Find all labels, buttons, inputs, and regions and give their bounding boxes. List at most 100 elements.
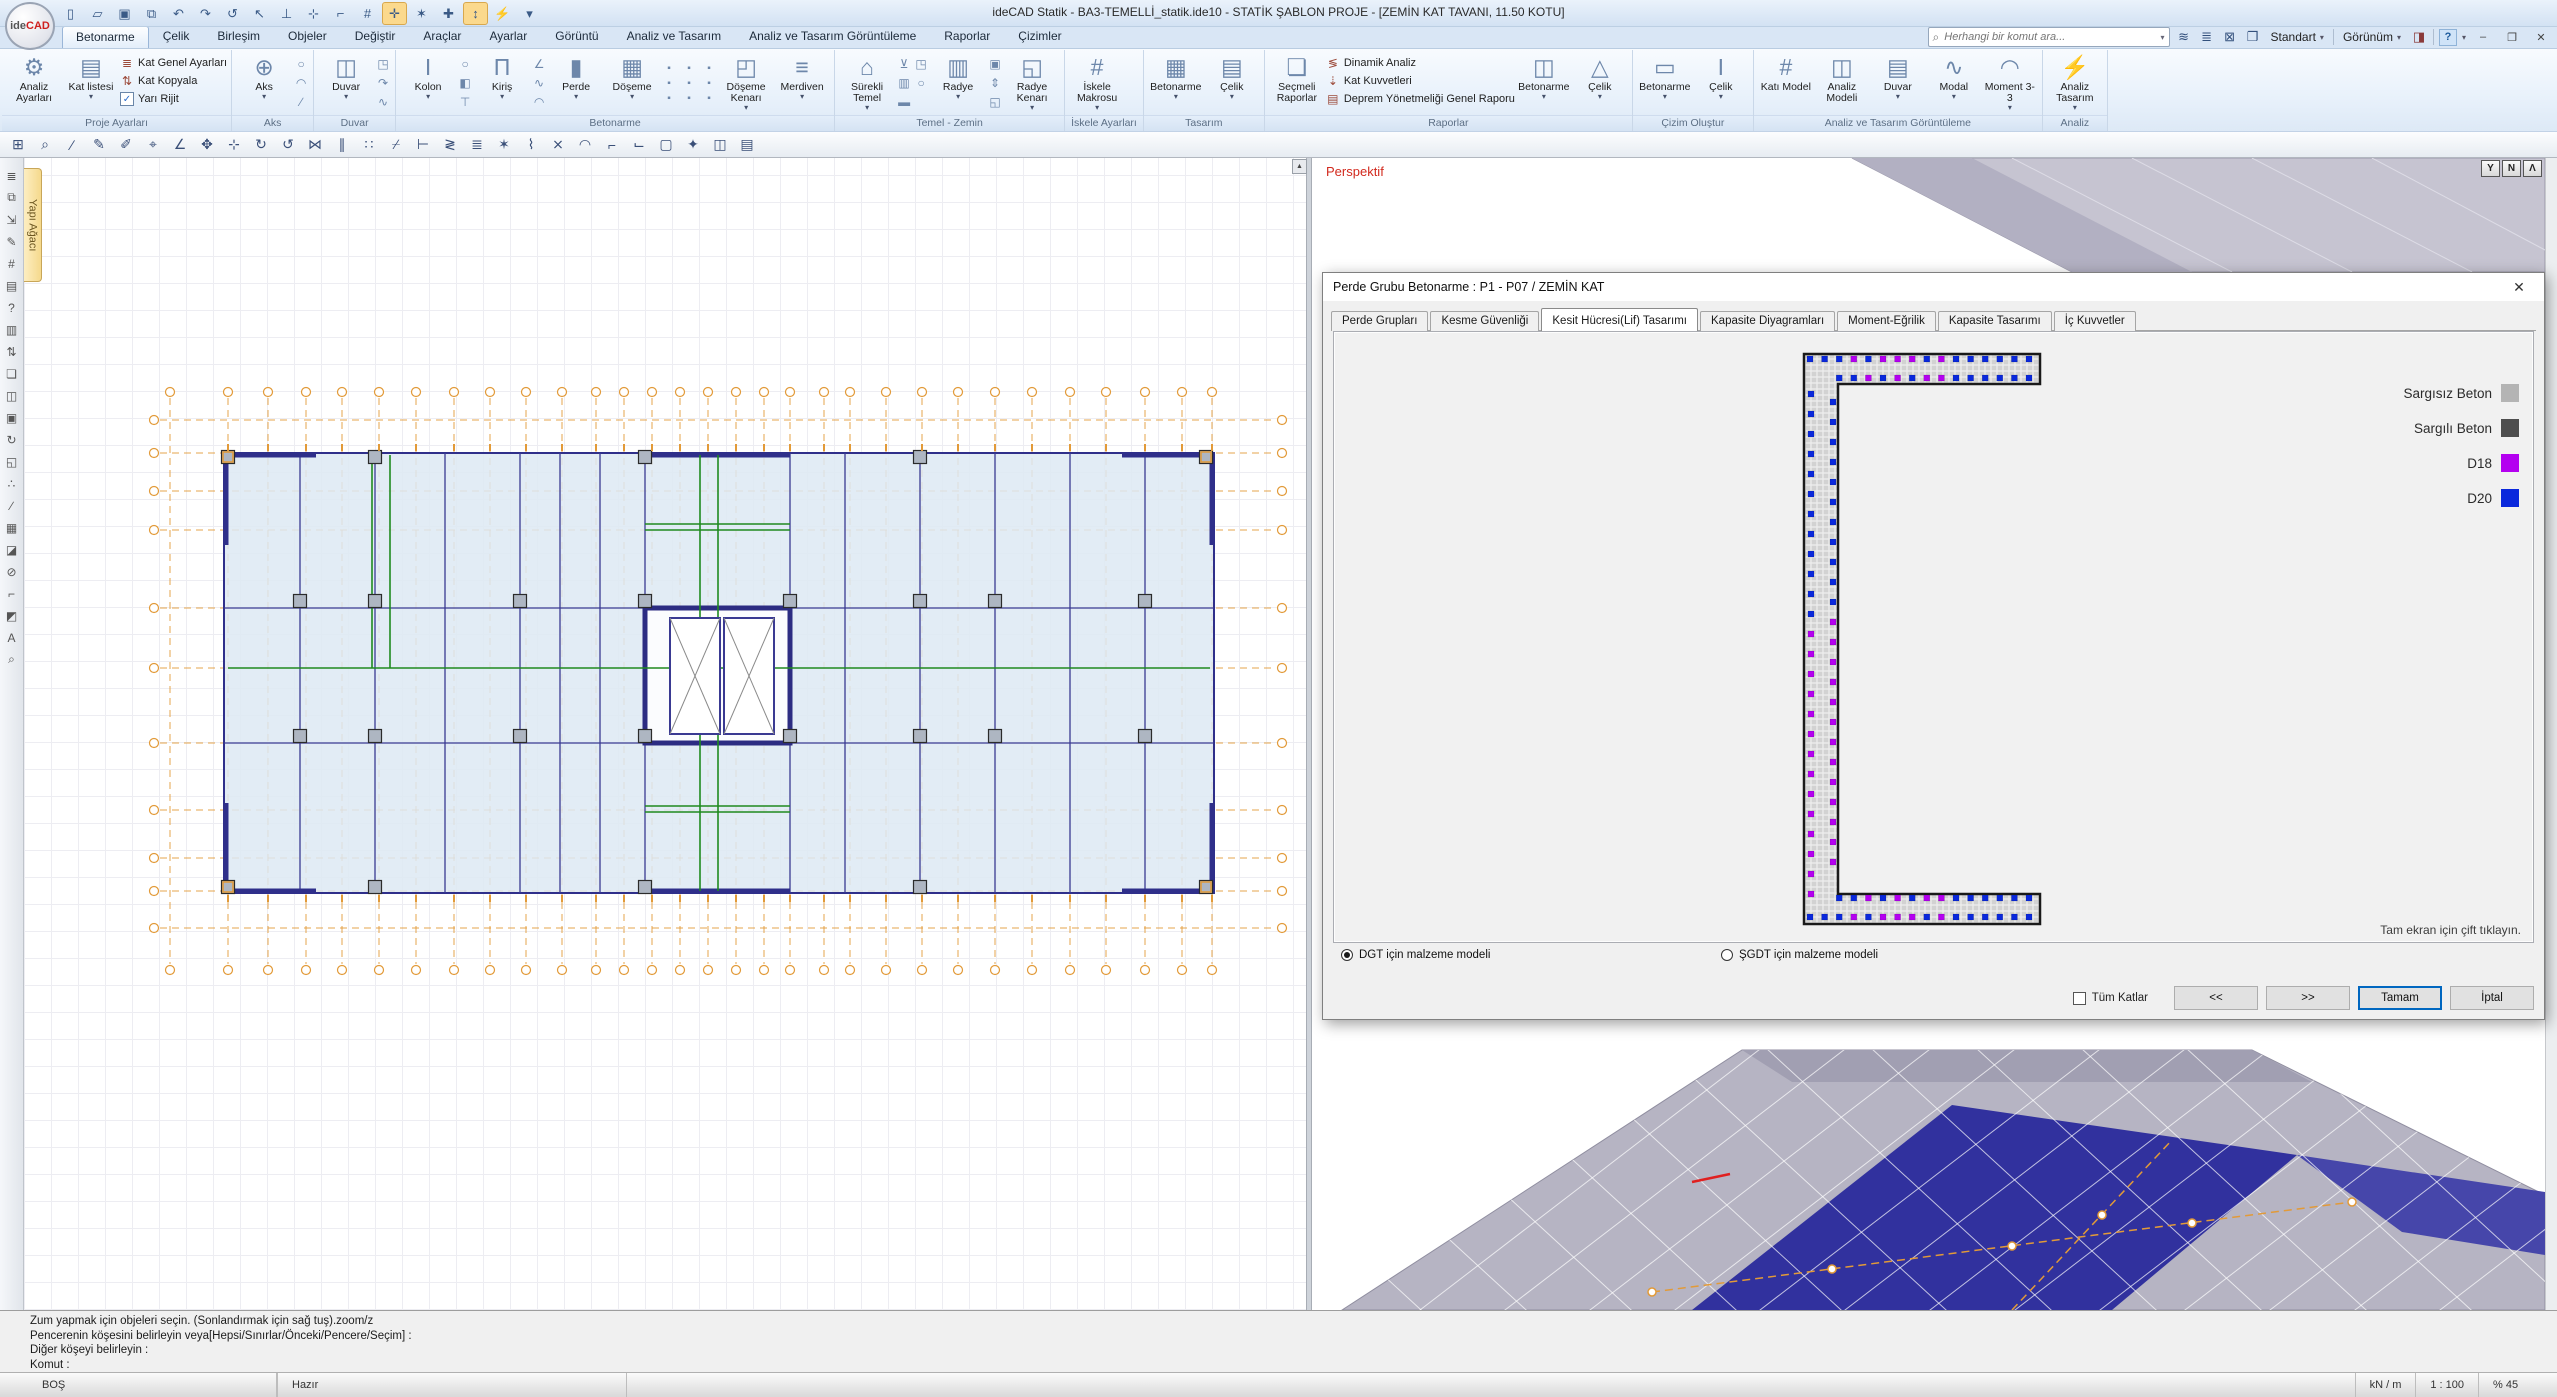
ribbon-mini-icon[interactable]: ▣ [987, 57, 1003, 71]
dialog-tab[interactable]: Kapasite Tasarımı [1938, 311, 2052, 331]
paste-icon[interactable]: ◫ [3, 388, 21, 403]
snap-corner-icon[interactable]: ⌐ [328, 2, 353, 25]
ribbon-button[interactable]: ∿ Modal ▾ [1926, 51, 1982, 115]
corner-button-north[interactable]: N [2502, 160, 2521, 177]
zoom-window-icon[interactable]: ⊞ [8, 135, 28, 155]
dialog-tab[interactable]: Kesit Hücresi(Lif) Tasarımı [1541, 308, 1698, 331]
offset-icon[interactable]: ≷ [440, 135, 460, 155]
redline-note-icon[interactable]: ✐ [116, 135, 136, 155]
view-select[interactable]: Görünüm ▾ [2339, 30, 2405, 44]
scroll-up-button[interactable]: ▲ [1292, 159, 1307, 174]
ribbon-button[interactable]: ◰ Döşeme Kenarı ▾ [718, 51, 774, 115]
search-dropdown-icon[interactable]: ▾ [2161, 33, 2165, 42]
ribbon-mini-icon[interactable]: ○ [913, 76, 929, 90]
query-object-icon[interactable]: ? [3, 300, 21, 315]
ribbon-mini-icon[interactable]: ◧ [457, 76, 473, 90]
dialog-close-icon[interactable]: ✕ [2504, 275, 2534, 299]
search-input[interactable] [1942, 30, 2157, 44]
ribbon-button[interactable]: ▦ Döşeme ▾ [604, 51, 660, 115]
trim-icon[interactable]: ⌿ [386, 135, 406, 155]
menu-tab[interactable]: Çizimler [1004, 25, 1075, 48]
undo-history-icon[interactable]: ↺ [220, 2, 245, 25]
ribbon-mini-icon[interactable]: ⊤ [457, 95, 473, 109]
ribbon-button[interactable]: ⌂ Sürekli Temel ▾ [839, 51, 895, 115]
clip-frame-icon[interactable]: ◫ [710, 135, 730, 155]
ribbon-mini-icon[interactable]: ▪ [661, 93, 677, 104]
ruler-icon[interactable]: ∕ [62, 135, 82, 155]
workspace-select[interactable]: Standart ▾ [2267, 30, 2328, 44]
all-floors-checkbox[interactable]: Tüm Katlar [2073, 992, 2148, 1005]
auto-label-icon[interactable]: A [3, 630, 21, 645]
ribbon-mini-icon[interactable]: ▪ [681, 78, 697, 89]
library-icon[interactable]: ▦ [3, 520, 21, 535]
menu-tab[interactable]: Objeler [274, 25, 341, 48]
points-icon[interactable]: ∴ [3, 476, 21, 491]
dialog-tab[interactable]: Kesme Güvenliği [1430, 311, 1539, 331]
storey-settings-icon[interactable]: ▤ [3, 278, 21, 293]
ribbon-button[interactable]: ≡ Merdiven ▾ [774, 51, 830, 115]
properties-icon[interactable]: ≣ [3, 168, 21, 183]
minimize-button[interactable]: – [2471, 29, 2495, 46]
ribbon-button[interactable]: ⚡ Analiz Tasarım ▾ [2047, 51, 2103, 115]
ribbon-mini-icon[interactable]: ▪ [701, 63, 717, 74]
break-icon[interactable]: ⌇ [521, 135, 541, 155]
paint-icon[interactable]: ✦ [683, 135, 703, 155]
ribbon-mini-icon[interactable]: ▥ [896, 76, 912, 90]
ribbon-button[interactable]: ▥ Radye ▾ [930, 51, 986, 115]
menu-tab[interactable]: Görüntü [541, 25, 612, 48]
dialog-tab[interactable]: Perde Grupları [1331, 311, 1428, 331]
pen-icon[interactable]: ✎ [89, 135, 109, 155]
menu-tab[interactable]: Çelik [149, 25, 204, 48]
help-dropdown-icon[interactable]: ▾ [2462, 33, 2466, 42]
extend-icon[interactable]: ⊢ [413, 135, 433, 155]
polar-tracking-icon[interactable]: ✶ [409, 2, 434, 25]
grid-snap-icon[interactable]: # [355, 2, 380, 25]
prev-button[interactable]: << [2174, 986, 2258, 1010]
polyline-icon[interactable]: ⌙ [629, 135, 649, 155]
menu-tab[interactable]: Betonarme [62, 26, 149, 48]
command-line-area[interactable]: Zum yapmak için objeleri seçin. (Sonland… [0, 1310, 2557, 1372]
section-canvas[interactable]: Sargısız Beton Sargılı Beton D18 D20 [1333, 331, 2534, 943]
chamfer-icon[interactable]: ⌐ [602, 135, 622, 155]
vertical-scrollbar[interactable] [2545, 158, 2557, 1310]
render-icon[interactable]: ◨ [2410, 28, 2428, 46]
ribbon-button[interactable]: ▤ Çelik ▾ [1204, 51, 1260, 115]
ribbon-button[interactable]: ◫ Betonarme ▾ [1516, 51, 1572, 115]
explode-icon[interactable]: ✶ [494, 135, 514, 155]
ribbon-small-button[interactable]: ≶ Dinamik Analiz [1326, 56, 1515, 70]
mirror-icon[interactable]: ⋈ [305, 135, 325, 155]
group-icon[interactable]: ◱ [3, 454, 21, 469]
ribbon-mini-icon[interactable]: ○ [457, 57, 473, 71]
align-objects-icon[interactable]: # [3, 256, 21, 271]
help-button[interactable]: ? [2439, 29, 2457, 46]
dialog-tab[interactable]: İç Kuvvetler [2054, 311, 2136, 331]
ribbon-mini-icon[interactable]: ↷ [375, 76, 391, 90]
new-file-icon[interactable]: ▯ [58, 2, 83, 25]
zoom-object-icon[interactable]: ⌕ [35, 135, 55, 155]
rotate-ref-icon[interactable]: ↺ [278, 135, 298, 155]
compass-icon[interactable]: ⌖ [143, 135, 163, 155]
ribbon-mini-icon[interactable]: ○ [293, 57, 309, 71]
qat-more-icon[interactable]: ▾ [517, 2, 542, 25]
ribbon-mini-icon[interactable]: ▪ [701, 93, 717, 104]
menu-tab[interactable]: Değiştir [341, 25, 410, 48]
ribbon-mini-icon[interactable]: ▪ [701, 78, 717, 89]
select-pointer-icon[interactable]: ↖ [247, 2, 272, 25]
radio-option[interactable]: ŞGDT için malzeme modeli [1721, 949, 2101, 961]
ribbon-mini-icon[interactable]: ▬ [896, 95, 912, 109]
menu-tab[interactable]: Analiz ve Tasarım [613, 25, 735, 48]
rotate-icon[interactable]: ↻ [251, 135, 271, 155]
kat-listesi-button[interactable]: ▤ Kat listesi ▾ [63, 51, 119, 115]
analiz-ayarlari-button[interactable]: ⚙ Analiz Ayarları [6, 51, 62, 115]
copy-object-icon[interactable]: ⧉ [3, 190, 21, 205]
select-group-icon[interactable]: ▣ [3, 410, 21, 425]
ribbon-button[interactable]: △ Çelik ▾ [1572, 51, 1628, 115]
snap-endpoint-icon[interactable]: ⊥ [274, 2, 299, 25]
ribbon-button[interactable]: ◱ Radye Kenarı ▾ [1004, 51, 1060, 115]
ribbon-mini-icon[interactable]: ▪ [661, 63, 677, 74]
dialog-tab[interactable]: Kapasite Diyagramları [1700, 311, 1835, 331]
corner-button-filter[interactable]: Y [2481, 160, 2500, 177]
copy-icon[interactable]: ❏ [3, 366, 21, 381]
ribbon-mini-icon[interactable]: ▪ [661, 78, 677, 89]
ribbon-button[interactable]: ◠ Moment 3-3 ▾ [1982, 51, 2038, 115]
